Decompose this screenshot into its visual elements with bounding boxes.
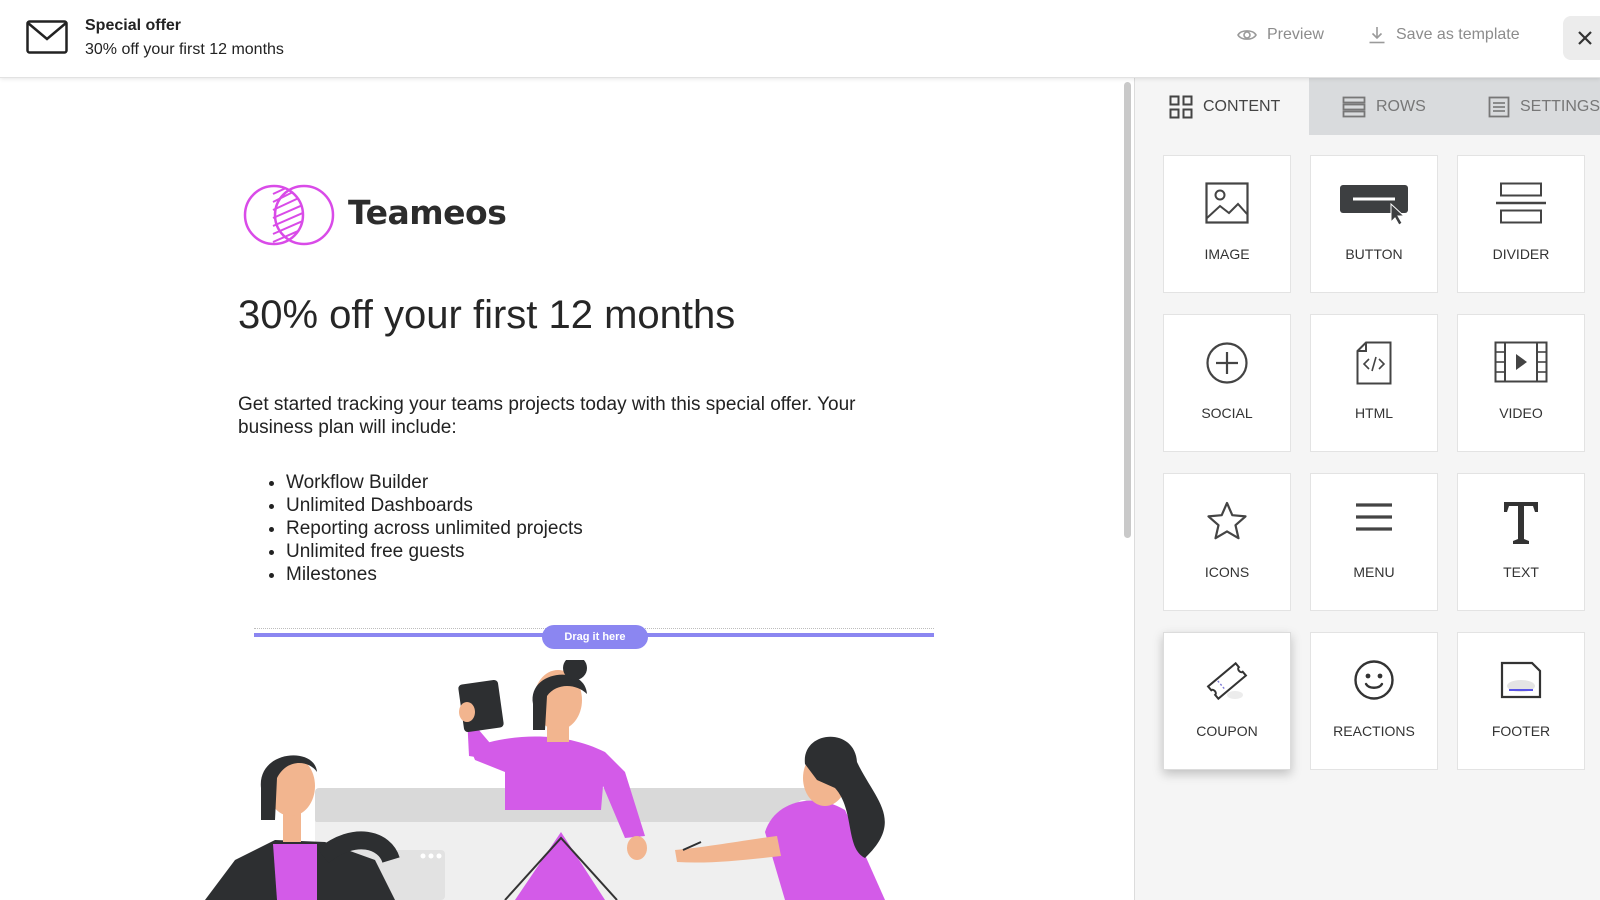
block-video[interactable]: VIDEO bbox=[1457, 314, 1585, 452]
block-label: SOCIAL bbox=[1201, 405, 1253, 421]
email-intro-text[interactable]: Get started tracking your teams projects… bbox=[238, 393, 878, 439]
save-as-template-label: Save as template bbox=[1396, 26, 1520, 43]
tab-rows-label: ROWS bbox=[1376, 97, 1426, 115]
block-text[interactable]: TEXT bbox=[1457, 473, 1585, 611]
block-button[interactable]: BUTTON bbox=[1310, 155, 1438, 293]
code-file-icon bbox=[1356, 341, 1392, 385]
teameos-logo-icon bbox=[243, 184, 335, 246]
block-label: FOOTER bbox=[1491, 723, 1551, 739]
tab-content-label: CONTENT bbox=[1203, 97, 1281, 115]
download-icon bbox=[1369, 27, 1385, 44]
list-item: Reporting across unlimited projects bbox=[286, 517, 583, 540]
star-icon bbox=[1207, 501, 1247, 540]
preview-label: Preview bbox=[1267, 26, 1324, 43]
block-label: REACTIONS bbox=[1333, 723, 1415, 739]
menu-icon bbox=[1356, 503, 1392, 531]
rows-icon bbox=[1342, 96, 1366, 117]
close-icon bbox=[1578, 31, 1592, 45]
divider-icon bbox=[1496, 182, 1546, 224]
footer-icon bbox=[1500, 661, 1542, 699]
smiley-icon bbox=[1354, 660, 1394, 700]
block-social[interactable]: SOCIAL bbox=[1163, 314, 1291, 452]
eye-icon bbox=[1237, 30, 1257, 40]
team-illustration bbox=[205, 660, 885, 900]
block-footer[interactable]: FOOTER bbox=[1457, 632, 1585, 770]
block-label: COUPON bbox=[1196, 723, 1258, 739]
button-icon bbox=[1340, 185, 1408, 226]
block-image[interactable]: IMAGE bbox=[1163, 155, 1291, 293]
block-label: VIDEO bbox=[1499, 405, 1543, 421]
block-icons[interactable]: ICONS bbox=[1163, 473, 1291, 611]
tab-rows[interactable]: ROWS bbox=[1309, 78, 1455, 135]
preview-button[interactable]: Preview bbox=[1237, 26, 1324, 44]
image-icon bbox=[1205, 182, 1249, 224]
plus-circle-icon bbox=[1206, 342, 1248, 384]
block-coupon[interactable]: COUPON bbox=[1163, 632, 1291, 770]
list-item: Unlimited Dashboards bbox=[286, 494, 583, 517]
message-title: Special offer bbox=[85, 17, 182, 34]
grid-icon bbox=[1169, 95, 1193, 118]
drag-it-here-badge: Drag it here bbox=[542, 625, 648, 649]
tab-settings-label: SETTINGS bbox=[1520, 97, 1600, 115]
settings-icon bbox=[1488, 96, 1510, 117]
block-divider[interactable]: DIVIDER bbox=[1457, 155, 1585, 293]
block-label: BUTTON bbox=[1345, 246, 1403, 262]
brand-name: Teameos bbox=[348, 193, 507, 232]
block-label: TEXT bbox=[1503, 564, 1539, 580]
block-label: DIVIDER bbox=[1492, 246, 1550, 262]
email-headline[interactable]: 30% off your first 12 months bbox=[238, 293, 735, 338]
block-html[interactable]: HTML bbox=[1310, 314, 1438, 452]
editor-header: Special offer 30% off your first 12 mont… bbox=[0, 0, 1600, 78]
block-label: ICONS bbox=[1204, 564, 1250, 580]
panel-tabs: CONTENT ROWS SETTINGS bbox=[1135, 78, 1600, 135]
block-label: HTML bbox=[1354, 405, 1394, 421]
block-menu[interactable]: MENU bbox=[1310, 473, 1438, 611]
canvas-scrollbar[interactable] bbox=[1124, 82, 1131, 538]
list-item: Unlimited free guests bbox=[286, 540, 583, 563]
tab-settings[interactable]: SETTINGS bbox=[1455, 78, 1600, 135]
text-icon bbox=[1504, 502, 1538, 544]
envelope-icon bbox=[26, 20, 68, 54]
ticket-icon bbox=[1206, 661, 1248, 701]
list-item: Workflow Builder bbox=[286, 471, 583, 494]
message-title-group: Special offer 30% off your first 12 mont… bbox=[85, 17, 284, 59]
block-label: MENU bbox=[1353, 564, 1395, 580]
feature-list[interactable]: Workflow Builder Unlimited Dashboards Re… bbox=[262, 471, 583, 586]
close-button[interactable] bbox=[1563, 16, 1600, 60]
save-as-template-button[interactable]: Save as template bbox=[1368, 26, 1520, 44]
message-subtitle: 30% off your first 12 months bbox=[85, 41, 284, 58]
video-icon bbox=[1494, 341, 1548, 383]
sidebar-panel: CONTENT ROWS SETTINGS IMAGE BUTTON DIVID… bbox=[1135, 78, 1600, 900]
block-reactions[interactable]: REACTIONS bbox=[1310, 632, 1438, 770]
tab-content[interactable]: CONTENT bbox=[1135, 78, 1309, 135]
list-item: Milestones bbox=[286, 563, 583, 586]
block-label: IMAGE bbox=[1204, 246, 1250, 262]
